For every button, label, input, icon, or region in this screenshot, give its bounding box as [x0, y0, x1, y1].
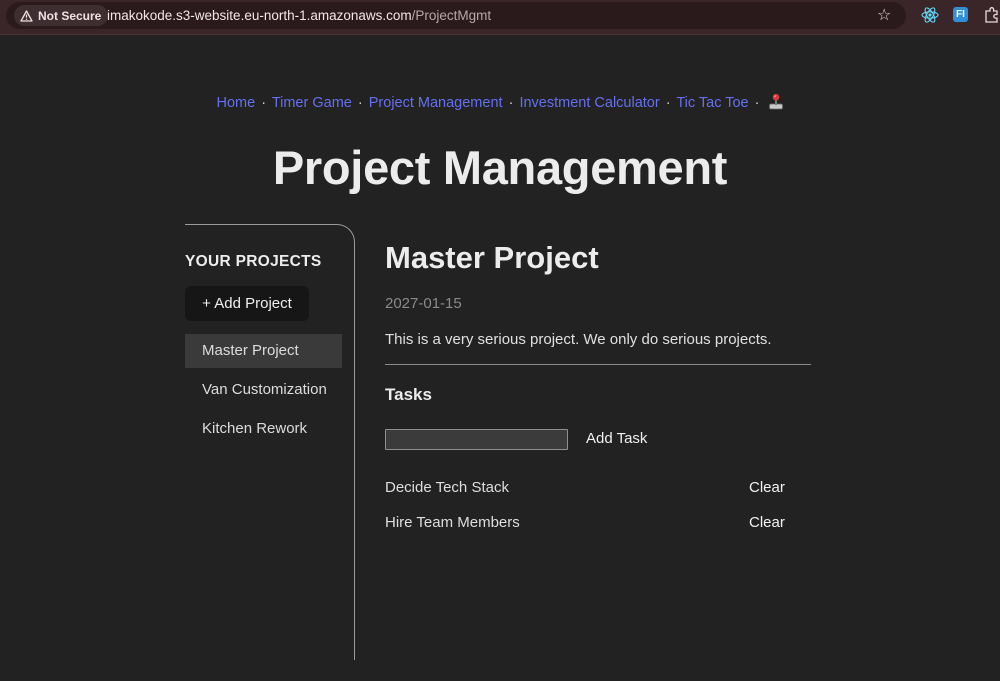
sidebar-item-van-customization[interactable]: Van Customization — [185, 373, 342, 407]
nav-link-project-management[interactable]: Project Management — [369, 95, 503, 111]
extension-fi-icon[interactable]: FI — [953, 7, 968, 22]
nav-separator: · — [261, 95, 267, 111]
warning-icon — [20, 9, 33, 22]
project-title: Master Project — [385, 240, 599, 275]
clear-task-button[interactable]: Clear — [749, 514, 785, 531]
add-project-button[interactable]: + Add Project — [185, 286, 309, 321]
react-devtools-icon[interactable] — [921, 6, 939, 24]
nav-link-timer-game[interactable]: Timer Game — [272, 95, 352, 111]
task-row: Decide Tech Stack Clear — [385, 479, 785, 501]
sidebar-heading: YOUR PROJECTS — [185, 253, 322, 270]
add-task-button[interactable]: Add Task — [586, 430, 647, 447]
address-bar[interactable]: Not Secure imakokode.s3-website.eu-north… — [6, 2, 906, 29]
top-nav: Home · Timer Game · Project Management ·… — [0, 93, 1000, 111]
url-host: imakokode.s3-website.eu-north-1.amazonaw… — [107, 8, 412, 23]
page-title: Project Management — [272, 141, 728, 194]
url-path: /ProjectMgmt — [411, 8, 492, 23]
joystick-icon[interactable] — [768, 93, 784, 110]
sidebar-item-kitchen-rework[interactable]: Kitchen Rework — [185, 412, 342, 446]
tasks-heading: Tasks — [385, 385, 432, 404]
url-text[interactable]: imakokode.s3-website.eu-north-1.amazonaw… — [107, 8, 491, 23]
nav-separator: · — [357, 95, 363, 111]
nav-link-tic-tac-toe[interactable]: Tic Tac Toe — [676, 95, 748, 111]
sidebar-item-master-project[interactable]: Master Project — [185, 334, 342, 368]
security-indicator[interactable]: Not Secure — [14, 5, 109, 26]
nav-separator: · — [754, 95, 760, 111]
browser-toolbar: Not Secure imakokode.s3-website.eu-north… — [0, 0, 1000, 35]
new-task-input[interactable] — [385, 429, 568, 450]
clear-task-button[interactable]: Clear — [749, 479, 785, 496]
project-date: 2027-01-15 — [385, 295, 462, 312]
nav-separator: · — [508, 95, 514, 111]
divider — [385, 364, 811, 365]
project-description: This is a very serious project. We only … — [385, 331, 772, 348]
bookmark-star-icon[interactable]: ☆ — [877, 5, 891, 25]
task-name: Hire Team Members — [385, 514, 520, 531]
task-name: Decide Tech Stack — [385, 479, 509, 496]
nav-separator: · — [665, 95, 671, 111]
nav-link-investment-calculator[interactable]: Investment Calculator — [519, 95, 659, 111]
extensions-puzzle-icon[interactable] — [984, 6, 1000, 24]
projects-sidebar: YOUR PROJECTS + Add Project Master Proje… — [185, 224, 355, 660]
nav-link-home[interactable]: Home — [216, 95, 255, 111]
task-row: Hire Team Members Clear — [385, 514, 785, 536]
security-label: Not Secure — [38, 8, 102, 23]
